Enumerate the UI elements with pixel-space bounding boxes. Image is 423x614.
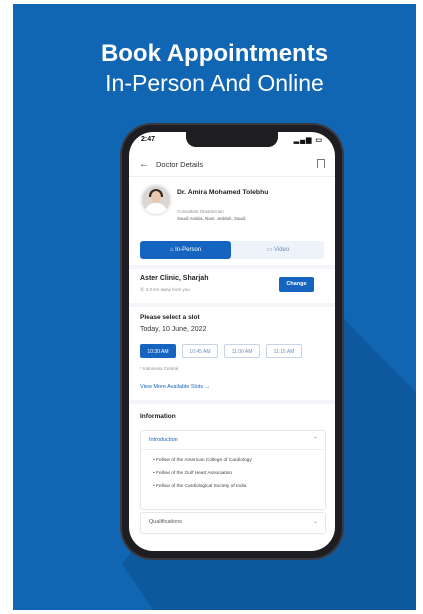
section-divider — [129, 303, 335, 307]
avatar-face — [151, 191, 161, 203]
time-slot[interactable]: 10:45 AM — [182, 344, 218, 358]
slot-heading: Please select a slot — [140, 314, 200, 321]
doctor-specialty: Consultant Obstetrician — [177, 209, 224, 214]
change-clinic-button[interactable]: Change — [279, 277, 314, 292]
view-more-slots-link[interactable]: View More Available Slots → — [140, 384, 210, 390]
consultation-mode-tabs: ⌂ In-Person ▭ Video — [140, 241, 324, 259]
information-title: Information — [140, 413, 176, 420]
back-arrow-icon[interactable]: ← — [139, 159, 149, 170]
app-screen: 2:47 ▂▄▆ ▭ ← Doctor Details Dr. Amira Mo… — [129, 132, 335, 551]
headline: Book Appointments In-Person And Online — [13, 40, 416, 98]
phone-mockup: 2:47 ▂▄▆ ▭ ← Doctor Details Dr. Amira Mo… — [122, 125, 342, 558]
qualifications-heading: Qualifications — [149, 519, 183, 525]
status-icons: ▂▄▆ ▭ — [293, 137, 323, 144]
panel-separator — [141, 449, 325, 450]
list-item: • Fellow of the Cardiological Society of… — [153, 484, 247, 489]
status-time: 2:47 — [141, 136, 156, 143]
bookmark-icon[interactable] — [317, 159, 325, 168]
introduction-heading[interactable]: Introduction — [149, 437, 178, 443]
headline-title: Book Appointments — [100, 40, 329, 67]
page-title: Doctor Details — [156, 160, 204, 169]
promo-canvas: Book Appointments In-Person And Online 2… — [13, 4, 416, 610]
doctor-name: Dr. Amira Mohamed Tolebhu — [177, 189, 269, 196]
introduction-panel: Introduction ⌃ • Fellow of the American … — [140, 430, 326, 510]
list-item: • Fellow of the American College of Card… — [153, 458, 252, 463]
time-slot[interactable]: 11:15 AM — [266, 344, 302, 358]
chevron-up-icon[interactable]: ⌃ — [313, 436, 318, 443]
doctor-location: Saudi Arabia, Nasr, Jeddah, Saudi — [177, 216, 246, 221]
clinic-name: Aster Clinic, Sharjah — [140, 275, 209, 282]
qualifications-panel[interactable]: Qualifications ⌄ — [140, 512, 326, 534]
clinic-distance: ⦿ 3.0 km away from you — [140, 287, 190, 292]
time-slot[interactable]: 11:00 AM — [224, 344, 260, 358]
chevron-down-icon: ⌄ — [312, 519, 318, 525]
headline-subtitle: In-Person And Online — [105, 70, 324, 96]
phone-notch — [186, 132, 278, 147]
section-divider — [129, 400, 335, 404]
slot-date[interactable]: Today, 10 June, 2022 — [140, 326, 206, 333]
doctor-avatar — [140, 184, 172, 216]
avatar-coat — [145, 203, 167, 214]
app-bar: ← Doctor Details — [129, 154, 335, 177]
list-item: • Fellow of the Gulf Heart Association — [153, 471, 232, 476]
tab-in-person[interactable]: ⌂ In-Person — [140, 241, 231, 259]
time-slot[interactable]: 10:30 AM — [140, 344, 176, 358]
section-divider — [129, 265, 335, 269]
timezone-note: * Indonesia Central — [140, 366, 179, 371]
tab-video[interactable]: ▭ Video — [232, 241, 324, 259]
